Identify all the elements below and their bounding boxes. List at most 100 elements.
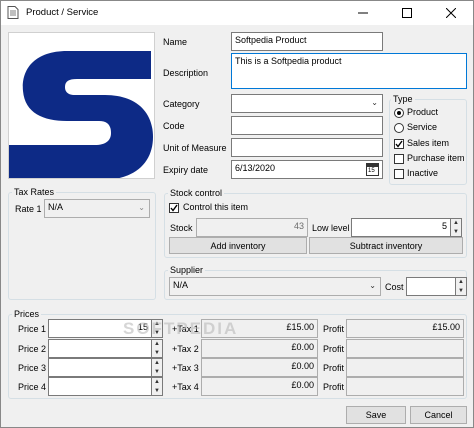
sales-item-checkbox[interactable] [394, 139, 404, 149]
product-radio-label: Product [407, 107, 439, 117]
checkmark-icon [170, 204, 178, 212]
maximize-button[interactable] [385, 1, 429, 25]
tax-rates-title: Tax Rates [12, 187, 57, 197]
price4-spinner[interactable]: ▲ ▼ [152, 377, 163, 396]
stock-control-title: Stock control [168, 188, 225, 198]
price2-label: Price 2 [18, 344, 47, 354]
code-label: Code [163, 121, 185, 131]
control-item-label: Control this item [183, 202, 249, 212]
service-radio-label: Service [407, 122, 438, 132]
tax3-value: £0.00 [201, 358, 318, 377]
price4-input[interactable] [48, 377, 152, 396]
stock-value-field: 43 [196, 218, 308, 237]
expiry-date-value: 6/13/2020 [235, 163, 276, 173]
calendar-icon[interactable]: 15 [366, 163, 379, 176]
low-level-input[interactable]: 5 [351, 218, 451, 237]
product-image[interactable] [8, 32, 155, 179]
window-title: Product / Service [26, 7, 99, 18]
cost-label: Cost [385, 282, 404, 292]
unit-of-measure-input[interactable] [231, 138, 383, 157]
expiry-date-picker[interactable]: 6/13/2020 15 [231, 160, 383, 179]
spin-down-icon[interactable]: ▼ [152, 387, 162, 396]
title-bar: Product / Service [1, 1, 473, 25]
category-label: Category [163, 99, 200, 109]
prices-title: Prices [12, 309, 42, 319]
spin-up-icon[interactable]: ▲ [451, 219, 461, 228]
control-item-checkbox[interactable] [169, 203, 179, 213]
supplier-value: N/A [173, 280, 189, 290]
service-radio[interactable] [394, 123, 404, 133]
spin-up-icon[interactable]: ▲ [456, 278, 466, 287]
product-service-window: Product / Service Name Softpedia Product… [0, 0, 474, 428]
cost-spinner[interactable]: ▲ ▼ [456, 277, 467, 296]
spin-down-icon[interactable]: ▼ [152, 349, 162, 358]
purchase-item-checkbox[interactable] [394, 154, 404, 164]
sales-item-label: Sales item [407, 138, 450, 148]
supplier-title: Supplier [168, 265, 206, 275]
price3-spinner[interactable]: ▲ ▼ [152, 358, 163, 377]
logo-s-shape [9, 51, 153, 178]
price1-label: Price 1 [18, 324, 47, 334]
rate1-select[interactable]: N/A ⌄ [44, 199, 150, 218]
chevron-down-icon: ⌄ [369, 281, 376, 290]
spin-up-icon[interactable]: ▲ [152, 378, 162, 387]
tax2-label: +Tax 2 [172, 344, 199, 354]
purchase-item-label: Purchase item [407, 153, 465, 163]
tax2-value: £0.00 [201, 339, 318, 358]
add-inventory-button[interactable]: Add inventory [169, 237, 307, 254]
profit4-label: Profit [323, 382, 345, 392]
rate1-label: Rate 1 [15, 204, 42, 214]
profit2-label: Profit [323, 344, 345, 354]
description-input[interactable]: This is a Softpedia product [231, 53, 467, 89]
inactive-checkbox[interactable] [394, 169, 404, 179]
price3-input[interactable] [48, 358, 152, 377]
product-radio[interactable] [394, 108, 404, 118]
chevron-down-icon: ⌄ [371, 98, 378, 107]
inactive-label: Inactive [407, 168, 439, 178]
profit1-value: £15.00 [346, 319, 464, 338]
checkmark-icon [395, 140, 403, 148]
tax4-label: +Tax 4 [172, 382, 199, 392]
price4-label: Price 4 [18, 382, 47, 392]
close-icon [446, 8, 456, 18]
price3-label: Price 3 [18, 363, 47, 373]
rate1-value: N/A [48, 202, 64, 212]
type-group-title: Type [391, 94, 415, 104]
minimize-icon [358, 12, 368, 14]
tax3-label: +Tax 3 [172, 363, 199, 373]
stock-label: Stock [170, 223, 193, 233]
calendar-day: 15 [368, 168, 375, 174]
softpedia-logo-image [9, 51, 153, 178]
profit4-value [346, 377, 464, 396]
spin-up-icon[interactable]: ▲ [152, 340, 162, 349]
cancel-button[interactable]: Cancel [410, 406, 467, 424]
description-label: Description [163, 68, 209, 78]
maximize-icon [402, 8, 412, 18]
save-button[interactable]: Save [346, 406, 406, 424]
softpedia-watermark: SOFTPEDIA [123, 319, 239, 338]
subtract-inventory-button[interactable]: Subtract inventory [309, 237, 463, 254]
spin-down-icon[interactable]: ▼ [456, 287, 466, 296]
spin-up-icon[interactable]: ▲ [152, 359, 162, 368]
expiry-date-label: Expiry date [163, 165, 209, 175]
spin-down-icon[interactable]: ▼ [152, 368, 162, 377]
code-input[interactable] [231, 116, 383, 135]
category-select[interactable]: ⌄ [231, 94, 383, 113]
document-app-icon [7, 6, 19, 19]
close-button[interactable] [429, 1, 473, 25]
name-input[interactable]: Softpedia Product [231, 32, 383, 51]
low-level-label: Low level [312, 223, 350, 233]
profit1-label: Profit [323, 324, 345, 334]
cost-input[interactable] [406, 277, 456, 296]
low-level-spinner[interactable]: ▲ ▼ [451, 218, 462, 237]
name-label: Name [163, 37, 188, 47]
chevron-down-icon: ⌄ [138, 203, 145, 212]
price2-spinner[interactable]: ▲ ▼ [152, 339, 163, 358]
spin-down-icon[interactable]: ▼ [451, 228, 461, 237]
profit3-value [346, 358, 464, 377]
price2-input[interactable] [48, 339, 152, 358]
unit-of-measure-label: Unit of Measure [163, 143, 227, 153]
minimize-button[interactable] [341, 1, 385, 25]
supplier-select[interactable]: N/A ⌄ [169, 277, 381, 296]
profit3-label: Profit [323, 363, 345, 373]
